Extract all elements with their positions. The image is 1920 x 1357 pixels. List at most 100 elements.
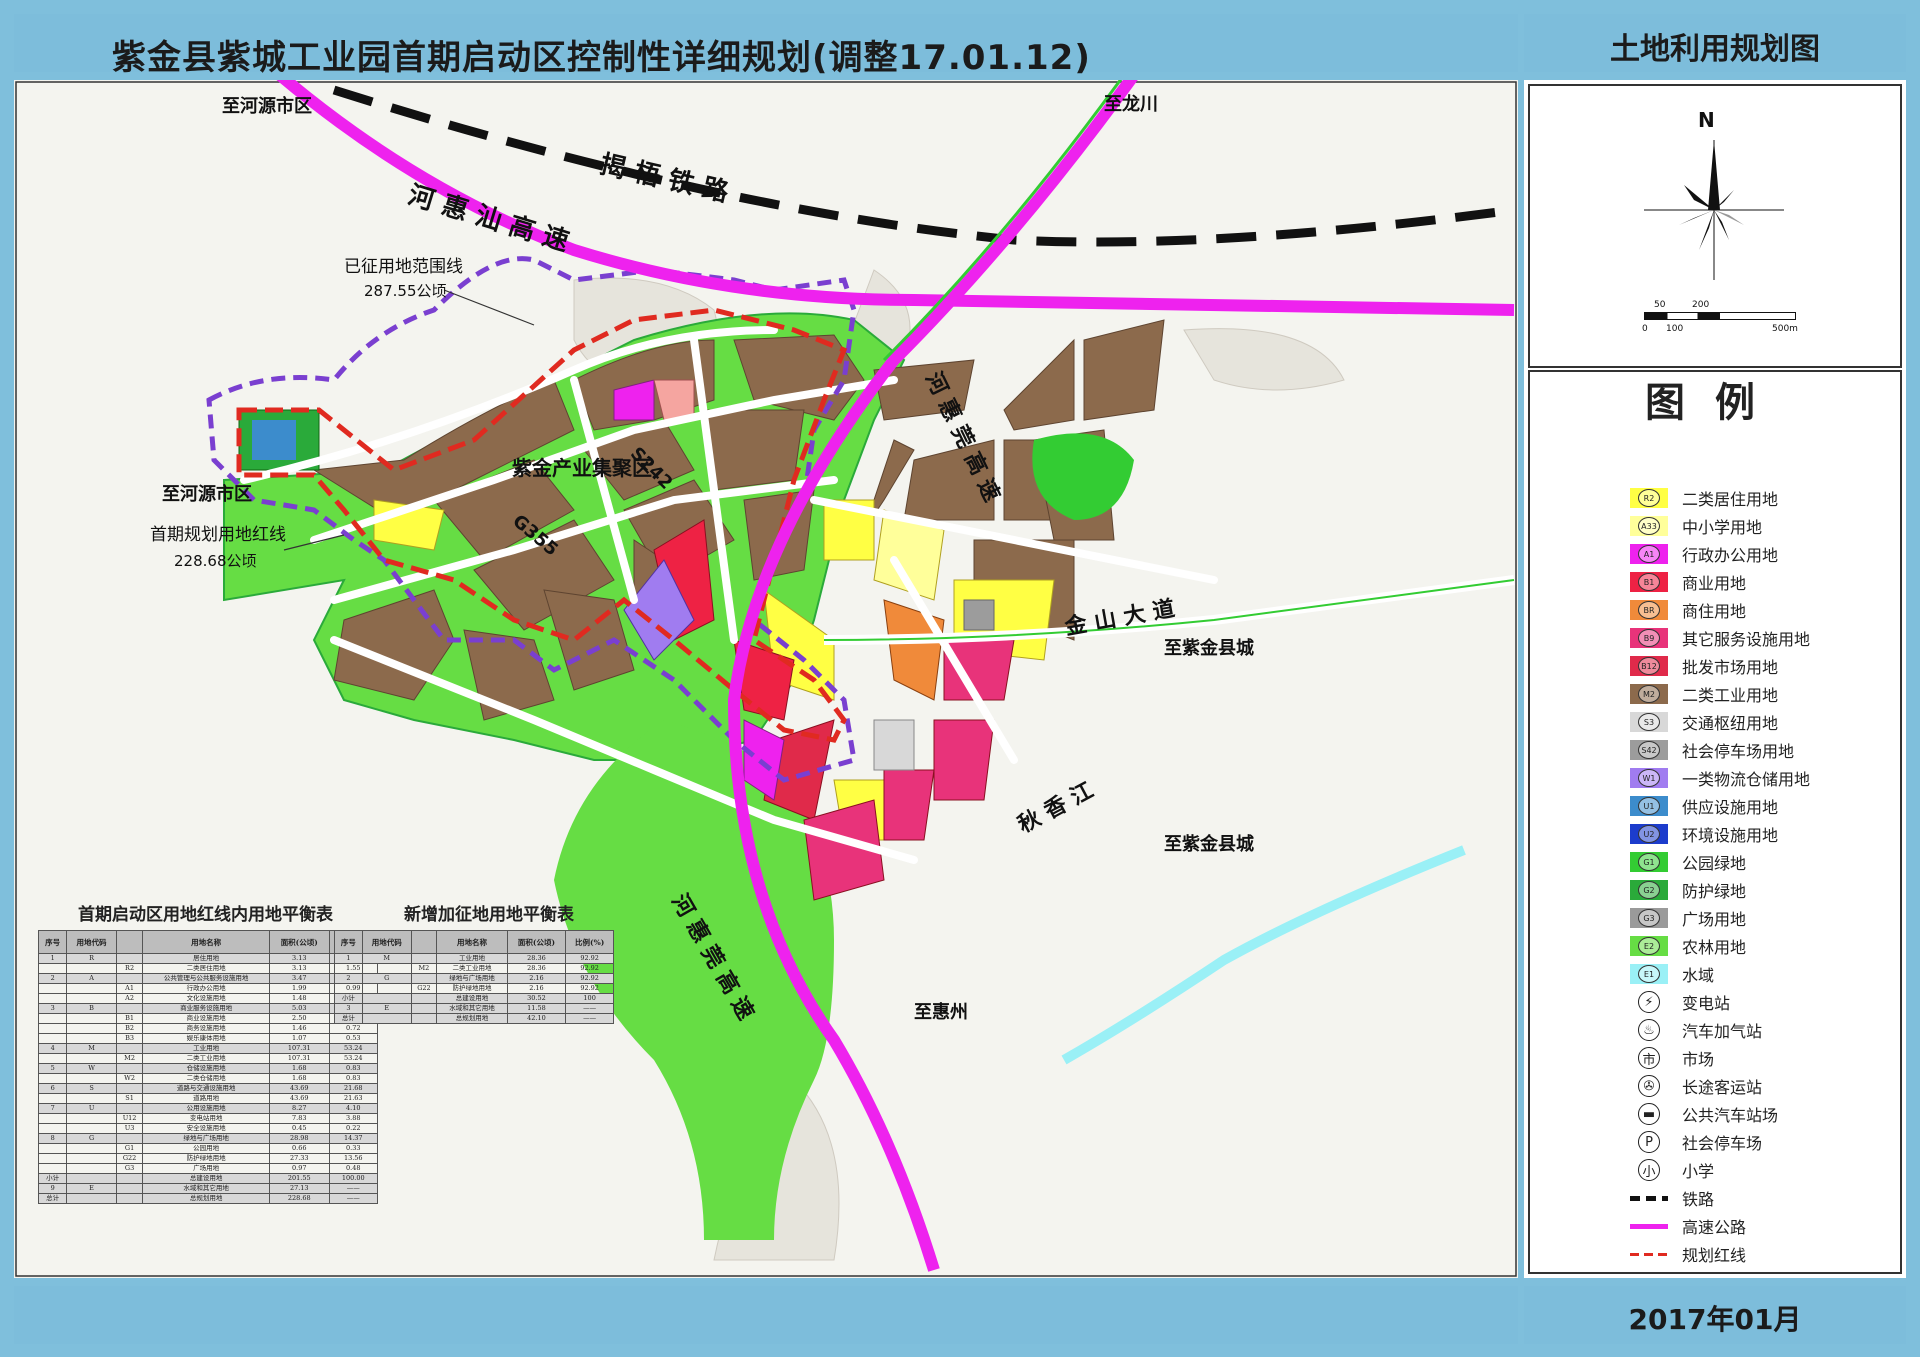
- table-cell: [66, 1023, 117, 1034]
- legend-code: G3: [1638, 909, 1660, 927]
- legend-label: 广场用地: [1682, 910, 1747, 929]
- legend-swatch: A33: [1630, 516, 1668, 536]
- north-arrow-icon: [1644, 140, 1784, 280]
- table-cell: [66, 1153, 117, 1164]
- hub-block: [873, 719, 915, 771]
- table-cell: 公共管理与公共服务设施用地: [142, 973, 270, 984]
- table-cell: 3: [37, 1003, 68, 1014]
- table-cell: 228.68: [268, 1193, 330, 1204]
- table-cell: 1.68: [268, 1073, 330, 1084]
- legend-item-r2: R2 二类居住用地: [1630, 486, 1778, 510]
- legend-label: 社会停车场: [1682, 1134, 1763, 1153]
- legend-label: 二类居住用地: [1682, 490, 1779, 509]
- table-cell: [66, 1123, 117, 1134]
- label-first-phase-area: 228.68公顷: [174, 552, 257, 570]
- legend-item-u1: U1 供应设施用地: [1630, 794, 1778, 818]
- legend-symbol-item: 市 市场: [1630, 1046, 1714, 1070]
- label-to-longchuan: 至龙川: [1104, 94, 1158, 115]
- legend-symbol-icon: ♨: [1638, 1019, 1660, 1041]
- table-row: 1R居住用地3.131.55: [37, 953, 379, 964]
- table-cell: [361, 993, 412, 1004]
- table-cell: [115, 1103, 144, 1114]
- table-cell: [410, 993, 438, 1004]
- legend-swatch: U2: [1630, 824, 1668, 844]
- legend-label: 其它服务设施用地: [1682, 630, 1811, 649]
- table-cell: 3.13: [268, 953, 330, 964]
- table-cell: 安全设施用地: [142, 1123, 270, 1134]
- table-cell: 总规划用地: [142, 1193, 270, 1204]
- scale-label-50: 50: [1654, 300, 1666, 310]
- legend-swatch: A1: [1630, 544, 1668, 564]
- table-cell: [37, 1093, 68, 1104]
- table-cell: [334, 963, 363, 974]
- table-cell: [66, 1113, 117, 1124]
- table-header-cell: 面积(公顷): [268, 930, 330, 954]
- table-cell: 总规划用地: [436, 1013, 508, 1024]
- table-row: M2 二类工业用地 107.31 53.24: [37, 1053, 379, 1064]
- table-cell: [115, 1183, 144, 1194]
- table-cell: 公用设施用地: [142, 1103, 270, 1114]
- table-cell: [334, 983, 363, 994]
- footer-bar: [14, 1286, 1518, 1344]
- table-row: W2 二类仓储用地 1.68 0.83: [37, 1073, 379, 1084]
- legend-swatch: R2: [1630, 488, 1668, 508]
- table-header-cell: 用地名称: [436, 930, 508, 954]
- scale-label-0: 0: [1642, 324, 1648, 334]
- legend-label: 水域: [1682, 966, 1715, 985]
- legend-item-g3: G3 广场用地: [1630, 906, 1746, 930]
- legend-code: E2: [1638, 937, 1660, 955]
- label-to-heyuan-mid: 至河源市区: [162, 484, 252, 505]
- table-cell: [37, 1153, 68, 1164]
- table-cell: [115, 1043, 144, 1054]
- legend-code: BR: [1638, 601, 1660, 619]
- table-cell: [115, 1003, 144, 1014]
- table-row: B3 娱乐康体用地 1.07 0.53: [37, 1033, 379, 1044]
- table-row: 小计 总建设用地 30.52 100: [334, 993, 614, 1004]
- legend-label: 高速公路: [1682, 1218, 1747, 1237]
- table-cell: 21.63: [328, 1093, 379, 1104]
- legend-label: 公园绿地: [1682, 854, 1747, 873]
- table-cell: 21.68: [328, 1083, 379, 1094]
- table-cell: 商业设施用地: [142, 1013, 270, 1024]
- table-cell: 28.98: [268, 1133, 330, 1144]
- table-cell: A2: [115, 993, 144, 1004]
- table-cell: 0.53: [328, 1033, 379, 1044]
- table-cell: 3: [334, 1003, 363, 1014]
- table-cell: [410, 1013, 438, 1024]
- table-cell: 0.97: [268, 1163, 330, 1174]
- table-cell: 4: [37, 1043, 68, 1054]
- table-cell: [115, 1083, 144, 1094]
- table-row: 2A公共管理与公共服务设施用地3.471.72: [37, 973, 379, 984]
- table-cell: 92.92: [565, 983, 614, 994]
- legend-item-a33: A33 中小学用地: [1630, 514, 1762, 538]
- table-row: 9 E 水域和其它用地 27.13 ——: [37, 1183, 379, 1194]
- table-row: 小计 总建设用地 201.55 100.00: [37, 1173, 379, 1184]
- table-row: M2 二类工业用地 28.36 92.92: [334, 963, 614, 974]
- table-row: 总计 总规划用地 42.10 ——: [334, 1013, 614, 1024]
- table-cell: 1.48: [268, 993, 330, 1004]
- legend-label: 商业用地: [1682, 574, 1747, 593]
- table-cell: [410, 973, 438, 984]
- table-row: U12 变电站用地 7.83 3.88: [37, 1113, 379, 1124]
- table-cell: 防护绿地用地: [436, 983, 508, 994]
- table-cell: M2: [410, 963, 438, 974]
- legend-code: G2: [1638, 881, 1660, 899]
- table-cell: [37, 1143, 68, 1154]
- table-cell: 总计: [334, 1013, 363, 1024]
- legend-code: R2: [1638, 489, 1660, 507]
- table-cell: M2: [115, 1053, 144, 1064]
- table-row: G22 防护绿地用地 27.33 13.56: [37, 1153, 379, 1164]
- table-cell: [115, 953, 144, 964]
- table-cell: 2: [37, 973, 68, 984]
- table-cell: 居住用地: [142, 953, 270, 964]
- table-cell: [37, 983, 68, 994]
- table-cell: 5.03: [268, 1003, 330, 1014]
- legend-label: 变电站: [1682, 994, 1731, 1013]
- legend-line-item-rail: 铁路: [1630, 1186, 1714, 1210]
- table-cell: R2: [115, 963, 144, 974]
- table-row: G1 公园用地 0.66 0.33: [37, 1143, 379, 1154]
- table-cell: [115, 1133, 144, 1144]
- table-cell: [66, 1143, 117, 1154]
- legend-swatch: E1: [1630, 964, 1668, 984]
- legend-code: B9: [1638, 629, 1660, 647]
